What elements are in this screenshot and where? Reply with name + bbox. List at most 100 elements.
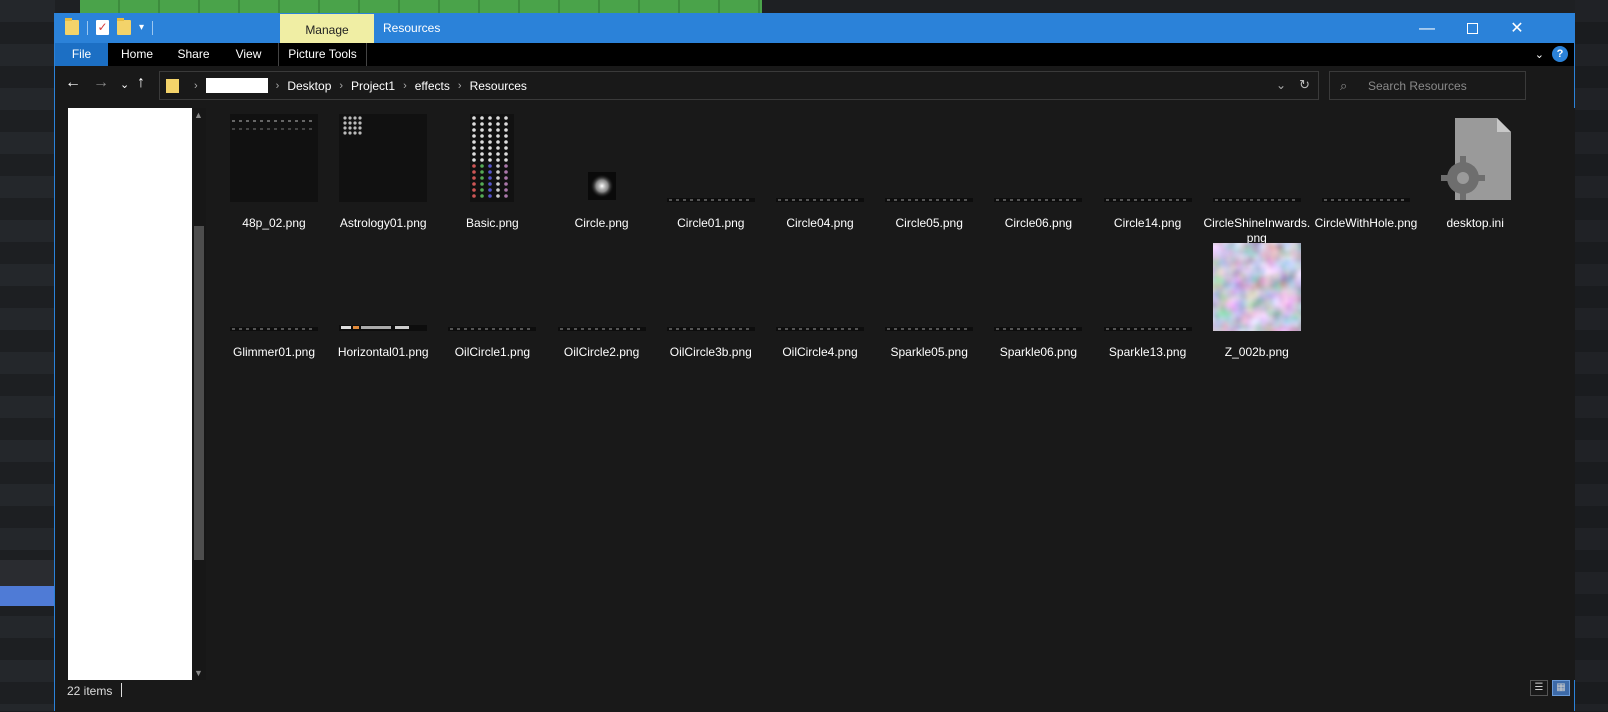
recent-locations-button[interactable]: ⌄ [120, 78, 129, 91]
file-list[interactable]: 48p_02.pngAstrology01.pngBasic.pngCircle… [207, 108, 1575, 680]
image-thumbnail [667, 114, 755, 202]
file-tile[interactable]: Circle14.png [1094, 114, 1202, 238]
file-name: CircleWithHole.png [1312, 216, 1420, 231]
background-gap [0, 560, 55, 586]
large-icons-view-icon[interactable]: ▦ [1552, 680, 1570, 696]
expand-ribbon-icon[interactable]: ⌄ [1535, 48, 1544, 61]
image-thumbnail [230, 243, 318, 331]
file-tile[interactable]: Z_002b.png [1203, 243, 1311, 367]
chevron-right-icon[interactable]: › [403, 80, 407, 92]
file-tile[interactable]: Horizontal01.png [329, 243, 437, 367]
tab-view[interactable]: View [221, 43, 276, 66]
address-bar[interactable]: › › Desktop › Project1 › effects › Resou… [159, 71, 1319, 100]
window-title: Resources [383, 14, 440, 43]
file-tile[interactable]: Sparkle05.png [875, 243, 983, 367]
file-name: Circle14.png [1094, 216, 1202, 231]
breadcrumb-project1[interactable]: Project1 [351, 79, 395, 93]
file-tile[interactable]: CircleWithHole.png [1312, 114, 1420, 238]
close-button[interactable]: ✕ [1494, 14, 1540, 43]
scrollbar-thumb[interactable] [194, 226, 204, 560]
status-bar: 22 items ☰ ▦ [55, 680, 1574, 712]
file-tile[interactable]: OilCircle4.png [766, 243, 874, 367]
breadcrumb-effects[interactable]: effects [415, 79, 450, 93]
back-button[interactable]: ← [65, 74, 81, 92]
quick-access-toolbar: ✓ ▾ [65, 20, 153, 35]
file-tile[interactable]: Circle05.png [875, 114, 983, 238]
navigation-pane-scrollbar[interactable]: ▲ ▼ [192, 108, 206, 680]
file-name: Glimmer01.png [220, 345, 328, 360]
image-thumbnail [1104, 114, 1192, 202]
chevron-right-icon[interactable]: › [276, 80, 280, 92]
forward-button[interactable]: → [93, 74, 109, 92]
file-tile[interactable]: OilCircle2.png [548, 243, 656, 367]
search-placeholder: Search Resources [1368, 79, 1467, 93]
customize-dropdown-icon[interactable]: ▾ [139, 22, 144, 33]
file-tile[interactable]: Circle01.png [657, 114, 765, 238]
tab-file[interactable]: File [55, 43, 108, 66]
tab-home[interactable]: Home [108, 43, 166, 66]
tab-share[interactable]: Share [166, 43, 221, 66]
image-thumbnail [558, 114, 646, 202]
chevron-right-icon[interactable]: › [458, 80, 462, 92]
background-window-left [0, 0, 55, 711]
file-name: Circle01.png [657, 216, 765, 231]
details-view-icon[interactable]: ☰ [1530, 680, 1548, 696]
properties-icon[interactable]: ✓ [96, 20, 109, 35]
file-tile[interactable]: CircleShineInwards.png [1203, 114, 1311, 238]
file-tile[interactable]: Basic.png [438, 114, 546, 238]
navigation-pane[interactable] [68, 108, 192, 680]
settings-file-icon [1431, 114, 1519, 202]
up-button[interactable]: ↑ [137, 74, 145, 92]
navigation-bar: ← → ⌄ ↑ › › Desktop › Project1 › effects… [55, 66, 1574, 106]
file-name: Circle05.png [875, 216, 983, 231]
separator [87, 21, 88, 35]
breadcrumb-desktop[interactable]: Desktop [287, 79, 331, 93]
help-icon[interactable]: ? [1552, 46, 1568, 62]
image-thumbnail [1104, 243, 1192, 331]
refresh-icon[interactable]: ↻ [1299, 77, 1310, 93]
new-folder-icon[interactable] [117, 20, 131, 35]
image-thumbnail [885, 114, 973, 202]
image-thumbnail [339, 243, 427, 331]
scroll-down-icon[interactable]: ▼ [194, 668, 203, 678]
file-tile[interactable]: Astrology01.png [329, 114, 437, 238]
file-tile[interactable]: Circle04.png [766, 114, 874, 238]
file-name: OilCircle3b.png [657, 345, 765, 360]
file-tile[interactable]: Sparkle06.png [984, 243, 1092, 367]
image-thumbnail [885, 243, 973, 331]
file-name: OilCircle1.png [438, 345, 546, 360]
title-bar[interactable]: ✓ ▾ Manage Resources — ✕ [55, 14, 1574, 43]
ribbon-controls: ⌄ ? [1535, 46, 1568, 62]
chevron-right-icon[interactable]: › [194, 80, 198, 92]
file-name: Sparkle13.png [1094, 345, 1202, 360]
separator [152, 21, 153, 35]
chevron-right-icon[interactable]: › [339, 80, 343, 92]
file-name: Horizontal01.png [329, 345, 437, 360]
image-thumbnail [448, 243, 536, 331]
file-tile[interactable]: Glimmer01.png [220, 243, 328, 367]
folder-icon[interactable] [65, 20, 79, 35]
minimize-button[interactable]: — [1404, 14, 1450, 43]
address-dropdown-icon[interactable]: ⌄ [1276, 78, 1286, 92]
file-tile[interactable]: OilCircle1.png [438, 243, 546, 367]
file-name: CircleShineInwards.png [1203, 216, 1311, 246]
status-divider [121, 683, 122, 697]
breadcrumb-resources[interactable]: Resources [470, 79, 527, 93]
file-tile[interactable]: Sparkle13.png [1094, 243, 1202, 367]
file-tile[interactable]: desktop.ini [1421, 114, 1529, 238]
file-tile[interactable]: 48p_02.png [220, 114, 328, 238]
scroll-up-icon[interactable]: ▲ [194, 110, 203, 120]
maximize-button[interactable] [1449, 14, 1495, 43]
file-name: Sparkle06.png [984, 345, 1092, 360]
search-input[interactable]: ⌕ Search Resources [1329, 71, 1526, 100]
tab-picture-tools[interactable]: Picture Tools [278, 43, 367, 66]
manage-tab[interactable]: Manage [280, 14, 374, 43]
file-name: desktop.ini [1421, 216, 1529, 231]
file-name: Basic.png [438, 216, 546, 231]
redacted-user-folder[interactable] [206, 78, 268, 93]
maximize-icon [1467, 23, 1478, 34]
file-tile[interactable]: OilCircle3b.png [657, 243, 765, 367]
file-name: Z_002b.png [1203, 345, 1311, 360]
file-tile[interactable]: Circle06.png [984, 114, 1092, 238]
file-tile[interactable]: Circle.png [548, 114, 656, 238]
